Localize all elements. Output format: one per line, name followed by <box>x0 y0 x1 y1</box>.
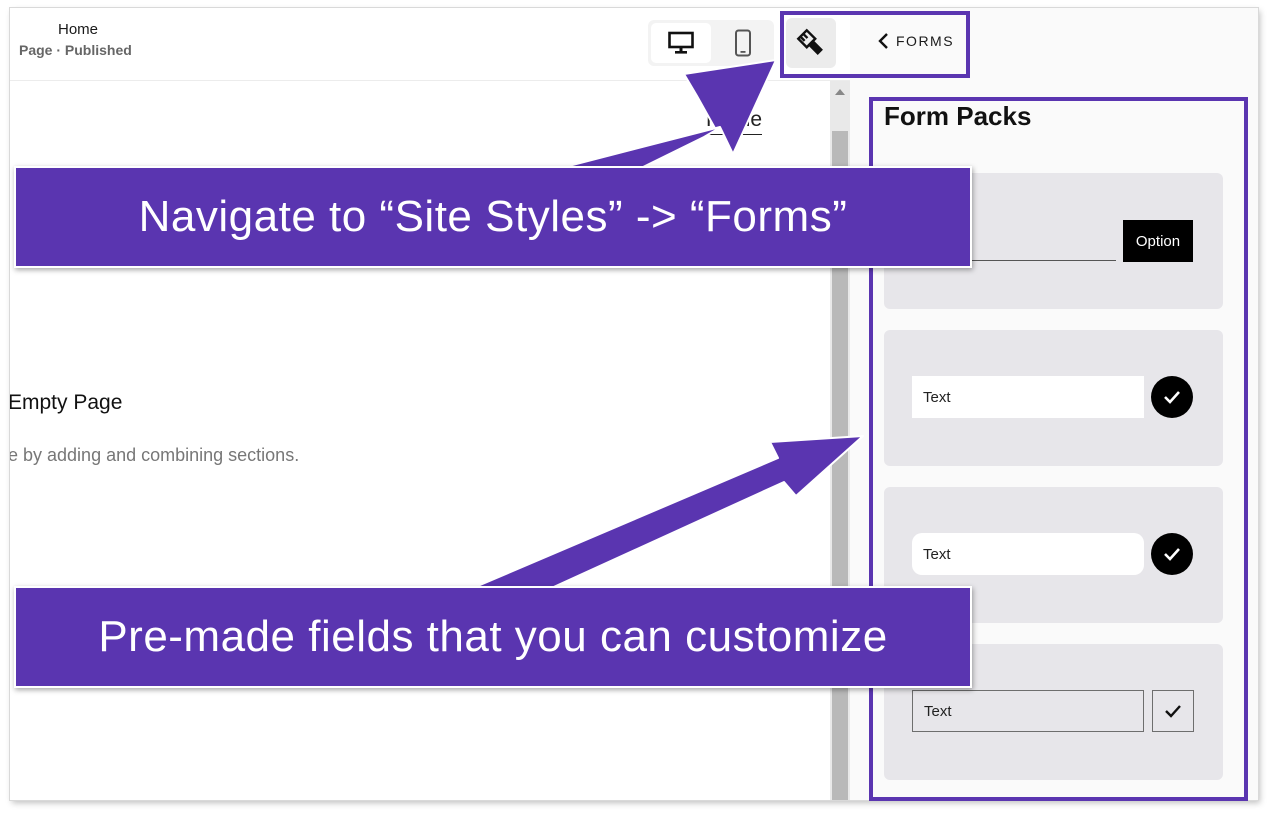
scroll-up-icon[interactable] <box>835 89 845 95</box>
editor-topbar: Home Page · Published <box>10 8 850 81</box>
nav-link-home[interactable]: Home <box>706 108 763 135</box>
back-to-forms-button[interactable]: FORMS <box>878 32 954 50</box>
callout-premade-fields: Pre-made fields that you can customize <box>16 588 970 686</box>
empty-page-title: Empty Page <box>10 391 123 414</box>
mobile-icon <box>735 29 751 57</box>
chevron-left-icon <box>878 33 888 49</box>
desktop-view-button[interactable] <box>651 23 711 63</box>
mobile-view-button[interactable] <box>714 23 772 63</box>
view-toggle <box>648 20 774 66</box>
desktop-icon <box>668 31 694 54</box>
back-label: FORMS <box>896 33 955 49</box>
page-status: Page · Published <box>19 42 132 58</box>
empty-page-subtitle: e by adding and combining sections. <box>10 445 300 465</box>
page-title: Home <box>58 21 99 38</box>
callout-navigate: Navigate to “Site Styles” -> “Forms” <box>16 168 970 266</box>
